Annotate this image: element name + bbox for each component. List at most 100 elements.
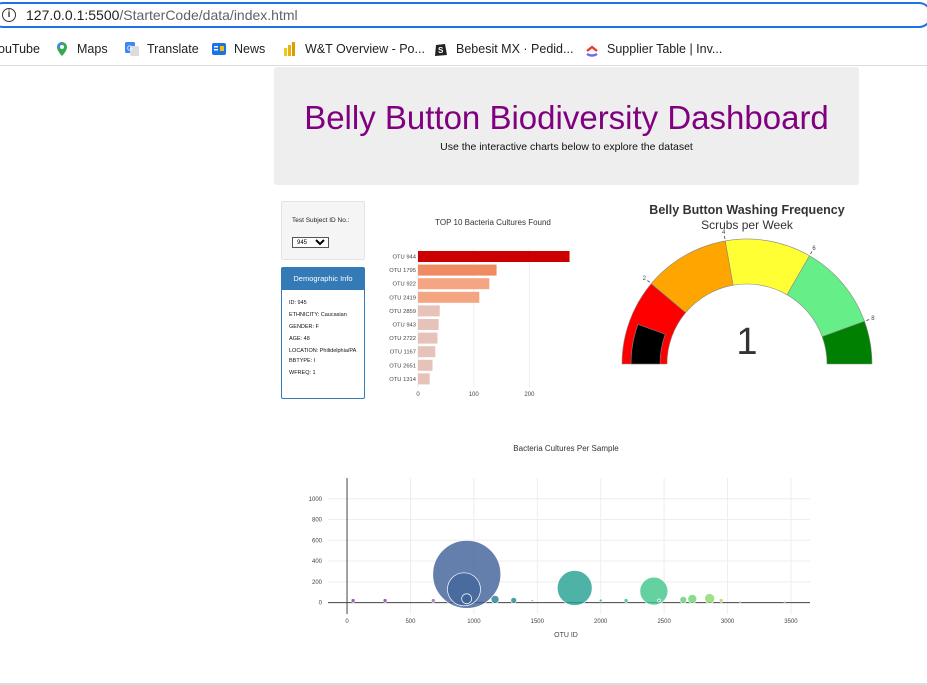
demographic-row: LOCATION: Philidelphia/PA xyxy=(289,348,357,354)
bubble-point xyxy=(639,576,669,606)
bar xyxy=(418,359,433,371)
bar xyxy=(418,291,480,303)
bar-y-tick-label: OTU 2722 xyxy=(389,336,416,342)
bar xyxy=(418,346,436,358)
gauge-title: Belly Button Washing Frequency xyxy=(649,203,844,217)
bookmark-label: Translate xyxy=(147,42,199,56)
bookmark-label: ouTube xyxy=(0,42,40,56)
maps-icon xyxy=(57,42,67,56)
bar-y-tick-label: OTU 944 xyxy=(392,255,416,261)
bar-chart-title: TOP 10 Bacteria Cultures Found xyxy=(435,218,551,227)
bubble-point xyxy=(350,598,356,603)
gauge-tick-label: 6 xyxy=(812,246,816,252)
bubble-point xyxy=(598,598,603,603)
svg-text:G: G xyxy=(127,46,132,53)
url-path: /StarterCode/data/index.html xyxy=(119,7,298,23)
subject-selector-panel: Test Subject ID No.: 945 xyxy=(281,201,365,260)
bookmarks-bar: ouTube Maps G Translate News W&T Overvie… xyxy=(0,33,927,66)
demographic-row: GENDER: F xyxy=(289,324,319,330)
bubble-y-tick-label: 1000 xyxy=(309,497,323,503)
powerbi-icon xyxy=(284,42,295,56)
bookmark-supplier-table[interactable]: Supplier Table | Inv... xyxy=(584,40,722,58)
subject-selector-label: Test Subject ID No.: xyxy=(292,217,350,224)
bubble-y-tick-label: 400 xyxy=(312,559,323,565)
bar xyxy=(418,332,438,344)
bubble-x-tick-label: 500 xyxy=(405,619,416,625)
bar-y-tick-label: OTU 2859 xyxy=(389,309,416,315)
gauge-tick xyxy=(866,319,870,321)
page-title: Belly Button Biodiversity Dashboard xyxy=(304,99,829,136)
translate-icon: G xyxy=(125,42,139,56)
bar xyxy=(418,264,497,276)
bubble-point xyxy=(623,598,629,603)
bubble-point xyxy=(430,598,436,603)
bubble-y-tick-label: 800 xyxy=(312,518,323,524)
subject-id-dropdown[interactable]: 945 xyxy=(292,237,329,248)
bubble-y-tick-label: 600 xyxy=(312,538,323,544)
bookmark-wt-overview[interactable]: W&T Overview - Po... xyxy=(282,40,425,58)
bubble-y-tick-label: 0 xyxy=(319,601,323,607)
svg-text:S: S xyxy=(438,46,444,55)
top10-bar-chart[interactable]: TOP 10 Bacteria Cultures Found 0 100 200 OT… xyxy=(376,210,576,400)
bookmark-label: News xyxy=(234,42,266,56)
gauge-tick-label: 2 xyxy=(643,276,647,282)
bubble-point xyxy=(510,597,518,604)
bubble-point xyxy=(382,598,388,603)
demographic-row: ETHNICITY: Caucasian xyxy=(289,312,347,318)
bubble-x-tick-label: 1500 xyxy=(531,619,545,625)
page-subtitle: Use the interactive charts below to expl… xyxy=(440,141,693,153)
bar-x-tick-label: 0 xyxy=(416,392,420,398)
gauge-subtitle: Scrubs per Week xyxy=(701,218,794,232)
bubble-x-tick-label: 1000 xyxy=(467,619,481,625)
bubble-point xyxy=(657,598,661,603)
gauge-tick xyxy=(647,280,650,283)
url-host: 127.0.0.1:5500 xyxy=(26,7,120,23)
bubble-point xyxy=(530,599,534,602)
bar xyxy=(418,251,570,262)
bar-x-tick-label: 100 xyxy=(469,392,480,398)
demographic-body: ID: 945 ETHNICITY: Caucasian GENDER: F A… xyxy=(282,290,364,376)
bookmark-translate[interactable]: G Translate xyxy=(124,40,199,58)
bookmark-news[interactable]: News xyxy=(211,40,265,58)
bubble-point xyxy=(461,593,472,605)
bubble-chart[interactable]: Bacteria Cultures Per Sample OTU ID 0 500… xyxy=(290,438,830,643)
bar-y-tick-label: OTU 922 xyxy=(392,282,416,288)
bookmark-label: Supplier Table | Inv... xyxy=(607,42,723,56)
bar xyxy=(418,305,440,317)
clickup-icon xyxy=(586,45,598,57)
bubble-chart-title: Bacteria Cultures Per Sample xyxy=(513,444,619,453)
bookmark-maps[interactable]: Maps xyxy=(54,40,108,58)
bubble-point xyxy=(718,598,724,603)
bubble-point xyxy=(783,599,786,603)
bookmark-label: W&T Overview - Po... xyxy=(305,42,425,56)
shopify-icon: S xyxy=(435,44,447,56)
bubble-point xyxy=(738,599,742,603)
bubble-y-tick-label: 200 xyxy=(312,580,323,586)
bar-y-tick-label: OTU 1314 xyxy=(389,377,417,383)
info-icon[interactable]: i xyxy=(2,8,16,22)
bubble-point xyxy=(490,595,500,604)
news-icon xyxy=(212,43,226,55)
bar xyxy=(418,319,439,330)
bubble-point xyxy=(704,593,716,604)
bubble-x-axis-label: OTU ID xyxy=(554,632,578,639)
gauge-tick-label: 8 xyxy=(871,316,875,322)
demographic-row: AGE: 48 xyxy=(289,336,310,342)
gauge-tick xyxy=(724,235,726,239)
bubble-x-tick-label: 3000 xyxy=(721,619,735,625)
bubble-x-tick-label: 3500 xyxy=(784,619,798,625)
url-text[interactable]: 127.0.0.1:5500/StarterCode/data/index.ht… xyxy=(26,7,298,23)
bar-y-tick-label: OTU 2651 xyxy=(389,363,416,369)
demographic-heading: Demographic Info xyxy=(282,268,364,290)
wash-frequency-gauge[interactable]: Belly Button Washing Frequency Scrubs pe… xyxy=(600,198,890,370)
bubble-point xyxy=(687,594,698,604)
bar xyxy=(418,373,430,385)
bubble-x-tick-label: 2000 xyxy=(594,619,608,625)
bookmark-youtube[interactable]: ouTube xyxy=(0,40,40,58)
bar-x-tick-label: 200 xyxy=(524,392,535,398)
bar xyxy=(418,278,490,290)
bookmark-bebesit[interactable]: S Bebesit MX · Pedid... xyxy=(433,40,573,58)
demographic-row: WFREQ: 1 xyxy=(289,370,316,376)
demographic-row: ID: 945 xyxy=(289,300,307,306)
gauge-value: 1 xyxy=(736,321,757,363)
